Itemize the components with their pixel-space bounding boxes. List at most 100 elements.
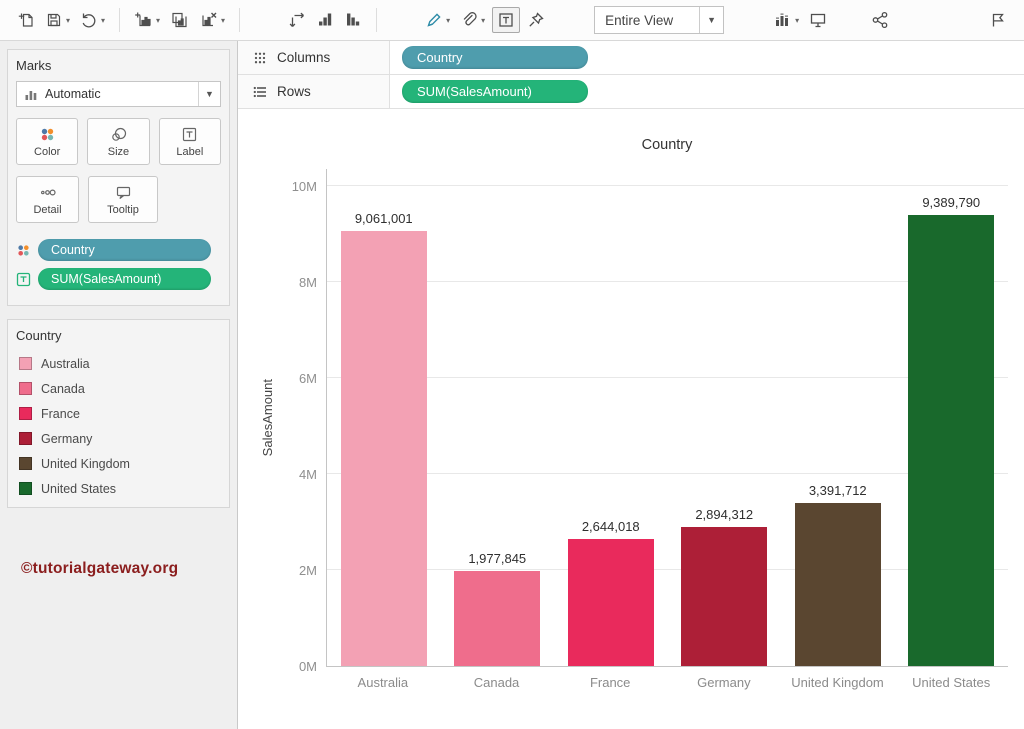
legend-item[interactable]: Australia [16,351,221,376]
text-shelf-icon [16,272,31,287]
columns-shelf[interactable]: Columns Country [238,41,1024,75]
swap-axes-icon [288,11,306,29]
legend-swatch [19,382,32,395]
share-icon [871,11,889,29]
label-icon [181,126,198,143]
highlight-caret-icon: ▾ [446,16,450,25]
marks-pill-sum-salesamount[interactable]: SUM(SalesAmount) [38,268,211,290]
y-tick-label: 8M [299,275,317,291]
watermark-text: ©tutorialgateway.org [21,560,230,578]
clear-sheet-button[interactable]: ▾ [196,7,228,33]
y-tick-label: 2M [299,563,317,579]
new-data-source-button[interactable] [14,7,38,33]
detail-button[interactable]: Detail [16,176,79,223]
rows-shelf-label: Rows [238,75,390,108]
detail-icon [39,184,56,201]
x-axis-label[interactable]: Australia [358,674,409,693]
legend-label: Germany [41,432,92,446]
color-icon [39,126,56,143]
legend-swatch [19,482,32,495]
columns-shelf-text: Columns [277,50,330,65]
x-axis-label[interactable]: United Kingdom [791,674,884,693]
marks-pill-country[interactable]: Country [38,239,211,261]
legend-item[interactable]: Germany [16,426,221,451]
y-axis-title[interactable]: SalesAmount [260,379,275,456]
legend-swatch [19,407,32,420]
save-button[interactable]: ▾ [42,7,73,33]
x-axis-label[interactable]: Germany [697,674,750,693]
x-axis-label[interactable]: France [590,674,630,693]
legend-swatch [19,357,32,370]
legend-item[interactable]: United States [16,476,221,501]
bar-value-label: 1,977,845 [468,551,526,566]
legend-item[interactable]: Canada [16,376,221,401]
y-tick-label: 10M [292,179,317,195]
mark-label-t-icon [497,11,515,29]
marks-card: Marks Automatic ▼ Color Size [7,49,230,306]
y-tick-label: 6M [299,371,317,387]
label-button[interactable]: Label [159,118,221,165]
group-members-button[interactable]: ▾ [457,7,488,33]
swap-axes-button[interactable] [285,7,309,33]
bar-australia[interactable] [341,231,427,666]
undo-icon [80,11,98,29]
y-axis[interactable]: 0M2M4M6M8M10M [280,169,326,667]
chart-title: Country [326,135,1008,169]
rows-shelf-text: Rows [277,84,311,99]
save-icon [45,11,63,29]
save-caret-icon: ▾ [66,16,70,25]
new-data-source-icon [17,11,35,29]
duplicate-sheet-button[interactable] [167,7,192,33]
x-axis-labels: Australia Canada France Germany United Kingd… [326,674,1008,693]
rows-pill-sum-salesamount[interactable]: SUM(SalesAmount) [402,80,588,103]
new-worksheet-button[interactable]: ▾ [131,7,163,33]
marks-card-title: Marks [16,58,221,73]
bar-canada[interactable] [454,571,540,666]
mark-type-selector[interactable]: Automatic ▼ [16,81,221,107]
rows-pill-label: SUM(SalesAmount) [417,84,532,99]
x-axis-label[interactable]: Canada [474,674,520,693]
worksheet-area: Columns Country Rows SUM(SalesAmount) Co… [238,41,1024,729]
columns-icon [252,51,268,65]
plot-area[interactable]: 9,061,0011,977,8452,644,0182,894,3123,39… [326,169,1008,667]
highlight-button[interactable]: ▾ [422,7,453,33]
legend-items: AustraliaCanadaFrance Germany United Kingd… [16,351,221,501]
show-me-button[interactable] [986,7,1010,33]
bar-france[interactable] [568,539,654,666]
marks-pill-country-label: Country [51,243,95,257]
size-button[interactable]: Size [87,118,149,165]
tooltip-button[interactable]: Tooltip [88,176,158,223]
presentation-mode-button[interactable] [806,7,830,33]
show-mark-labels-toggle[interactable] [492,7,520,33]
detail-button-label: Detail [33,204,61,216]
legend-title: Country [16,328,221,343]
fix-axes-button[interactable] [524,7,548,33]
group-members-caret-icon: ▾ [481,16,485,25]
sort-ascending-button[interactable] [313,7,337,33]
fit-selector-value: Entire View [595,13,699,28]
legend-item[interactable]: United Kingdom [16,451,221,476]
mark-labels-caret-icon: ▾ [795,16,799,25]
columns-pill-label: Country [417,50,463,65]
bar-germany[interactable] [681,527,767,666]
bar-value-label: 2,894,312 [695,507,753,522]
mark-labels-button[interactable]: ▾ [770,7,802,33]
sort-descending-icon [344,11,362,29]
mark-type-chart-icon [24,87,38,101]
legend-item[interactable]: France [16,401,221,426]
columns-pill-country[interactable]: Country [402,46,588,69]
toolbar: ▾ ▾ ▾ ▾ ▾ [0,0,1024,41]
color-shelf-icon [16,243,31,258]
mark-type-caret-icon: ▼ [198,82,220,106]
bar-united-kingdom[interactable] [795,503,881,666]
share-button[interactable] [868,7,892,33]
undo-redo-button[interactable]: ▾ [77,7,108,33]
rows-shelf[interactable]: Rows SUM(SalesAmount) [238,75,1024,109]
sort-descending-button[interactable] [341,7,365,33]
highlight-pen-icon [425,11,443,29]
bar-united-states[interactable] [908,215,994,666]
legend-swatch [19,432,32,445]
x-axis-label[interactable]: United States [912,674,990,693]
color-button[interactable]: Color [16,118,78,165]
fit-selector[interactable]: Entire View ▼ [594,6,724,34]
